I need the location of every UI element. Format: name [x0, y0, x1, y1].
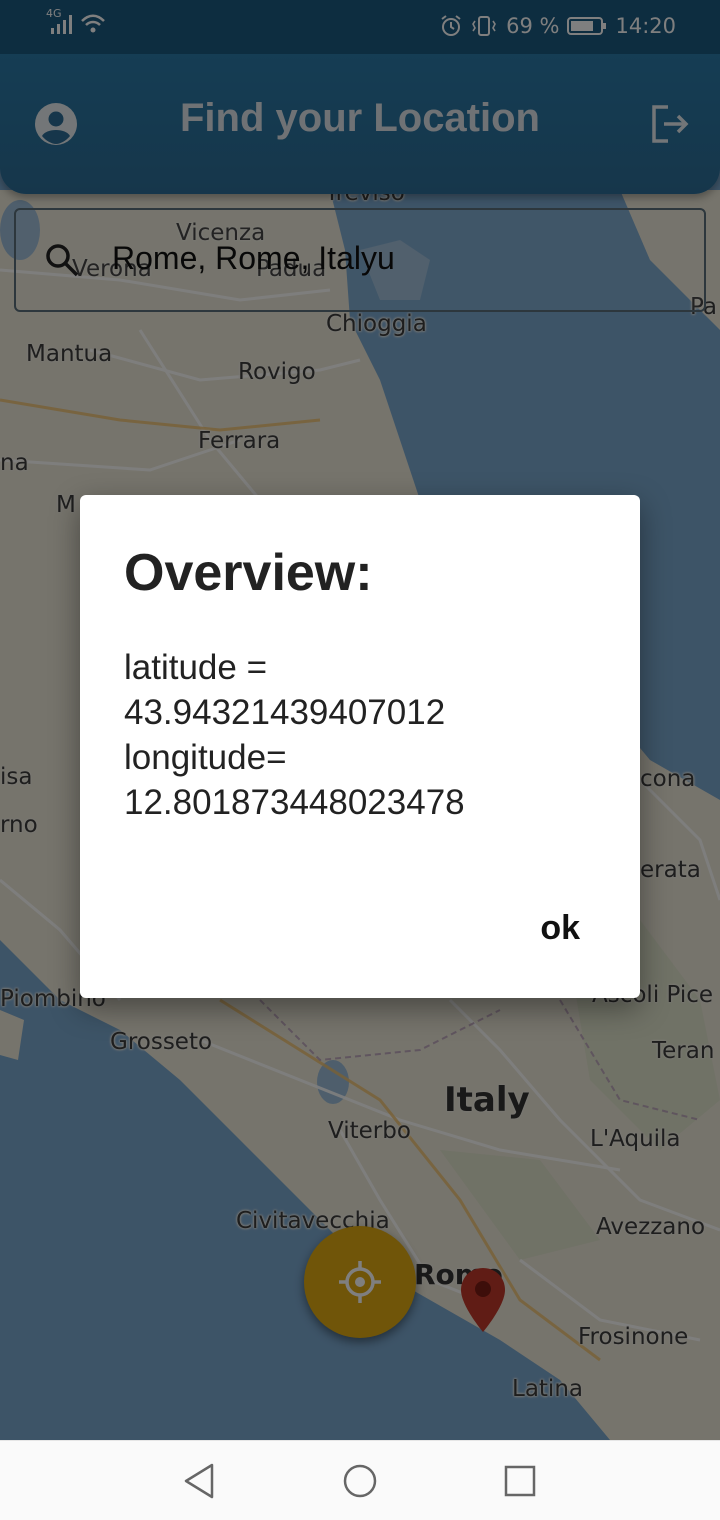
back-icon[interactable]	[180, 1461, 220, 1501]
dialog-title: Overview:	[124, 544, 373, 602]
home-icon[interactable]	[340, 1461, 380, 1501]
recents-icon[interactable]	[500, 1461, 540, 1501]
longitude-label: longitude=	[124, 738, 287, 777]
longitude-value: 12.801873448023478	[124, 783, 465, 822]
latitude-value: 43.94321439407012	[124, 693, 446, 732]
system-nav-bar	[0, 1440, 720, 1520]
ok-button[interactable]: ok	[520, 905, 600, 952]
screen: Treviso Vicenza Verona Padua Chioggia Ma…	[0, 0, 720, 1520]
dialog-content: latitude = 43.94321439407012 longitude= …	[124, 645, 604, 825]
latitude-label: latitude =	[124, 648, 268, 687]
overview-dialog: Overview: latitude = 43.94321439407012 l…	[80, 495, 640, 998]
